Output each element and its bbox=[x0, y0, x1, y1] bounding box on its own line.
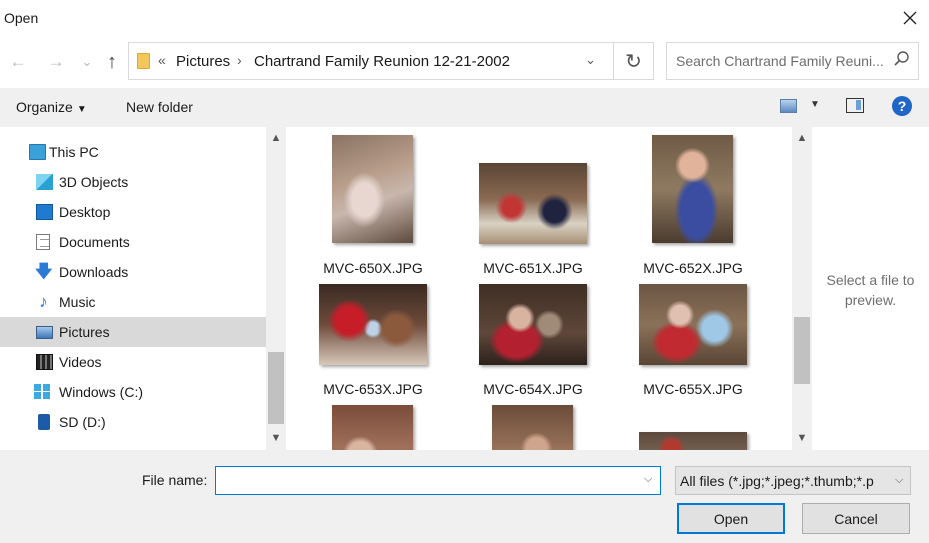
sd-card-icon bbox=[38, 414, 50, 430]
sidebar-item-music[interactable]: ♪ Music bbox=[0, 287, 266, 317]
organize-label: Organize bbox=[16, 99, 73, 115]
address-bar[interactable]: « Pictures › Chartrand Family Reunion 12… bbox=[128, 42, 654, 80]
window-title: Open bbox=[4, 10, 39, 26]
thumbnail-image bbox=[332, 405, 413, 450]
preview-pane: Select a file to preview. bbox=[812, 127, 929, 450]
sidebar-item-downloads[interactable]: 🡇 Downloads bbox=[0, 257, 266, 287]
file-name-combobox[interactable]: ⌵ bbox=[215, 466, 661, 495]
download-arrow-icon: 🡇 bbox=[35, 262, 53, 281]
refresh-icon: ↻ bbox=[625, 50, 642, 73]
back-arrow-icon: ← bbox=[9, 52, 27, 71]
scroll-down-icon[interactable]: ▼ bbox=[266, 430, 286, 446]
preview-pane-icon[interactable] bbox=[846, 98, 864, 113]
sidebar-item-label: 3D Objects bbox=[59, 174, 129, 190]
file-item[interactable] bbox=[613, 374, 773, 450]
music-note-icon: ♪ bbox=[39, 292, 48, 311]
windows-drive-icon bbox=[34, 384, 51, 400]
file-list-scrollbar[interactable]: ▲ ▼ bbox=[792, 127, 812, 450]
scroll-up-icon[interactable]: ▲ bbox=[266, 130, 286, 146]
close-icon bbox=[903, 11, 917, 25]
pictures-icon bbox=[36, 326, 53, 339]
chevron-down-icon[interactable]: ⌵ bbox=[644, 473, 652, 486]
sidebar-item-label: Documents bbox=[59, 234, 130, 250]
sidebar-item-documents[interactable]: Documents bbox=[0, 227, 266, 257]
organize-button[interactable]: Organize ▼ bbox=[16, 99, 87, 115]
caret-down-icon[interactable]: ▼ bbox=[810, 99, 820, 110]
caret-down-icon: ▼ bbox=[76, 104, 87, 115]
sidebar-item-sd-d[interactable]: SD (D:) bbox=[0, 407, 266, 437]
sidebar-item-this-pc[interactable]: This PC bbox=[0, 137, 266, 167]
chevron-down-icon: ⌄ bbox=[81, 54, 93, 69]
navigation-pane: This PC 3D Objects Desktop Documents 🡇 D… bbox=[0, 127, 266, 450]
thumbnail-image bbox=[319, 284, 427, 365]
scrollbar-thumb[interactable] bbox=[268, 352, 284, 424]
sidebar-item-label: Windows (C:) bbox=[59, 384, 144, 400]
sidebar-item-label: Pictures bbox=[59, 324, 110, 340]
sidebar-item-3d-objects[interactable]: 3D Objects bbox=[0, 167, 266, 197]
file-type-select[interactable]: All files (*.jpg;*.jpeg;*.thumb;*.p ⌵ bbox=[675, 466, 911, 495]
search-icon[interactable] bbox=[893, 50, 911, 68]
thumbnail-image bbox=[332, 135, 413, 243]
cancel-button[interactable]: Cancel bbox=[802, 503, 910, 534]
scrollbar-thumb[interactable] bbox=[794, 317, 810, 384]
sidebar-item-desktop[interactable]: Desktop bbox=[0, 197, 266, 227]
sidebar-item-label: Music bbox=[59, 294, 96, 310]
recent-locations-button[interactable]: ⌄ bbox=[74, 50, 100, 74]
back-button[interactable]: ← bbox=[5, 50, 31, 74]
folder-icon bbox=[137, 53, 150, 69]
dialog-footer: File name: ⌵ All files (*.jpg;*.jpeg;*.t… bbox=[0, 450, 929, 543]
sidebar-item-pictures[interactable]: Pictures bbox=[0, 317, 266, 347]
thumbnail-image bbox=[639, 432, 747, 450]
search-input[interactable] bbox=[668, 44, 888, 78]
sidebar-item-label: SD (D:) bbox=[59, 414, 106, 430]
chevron-down-icon: ⌵ bbox=[895, 474, 904, 486]
title-bar: Open bbox=[0, 0, 929, 36]
thumbnail-image bbox=[492, 405, 573, 450]
thumbnail-image bbox=[639, 284, 747, 365]
navigation-bar: ← → ⌄ ↑ « Pictures › Chartrand Family Re… bbox=[0, 36, 929, 88]
breadcrumb-current-folder[interactable]: Chartrand Family Reunion 12-21-2002 bbox=[254, 53, 510, 70]
desktop-icon bbox=[36, 204, 53, 220]
scroll-up-icon[interactable]: ▲ bbox=[792, 130, 812, 146]
help-icon[interactable]: ? bbox=[892, 96, 912, 116]
up-arrow-icon: ↑ bbox=[107, 50, 117, 73]
close-button[interactable] bbox=[893, 3, 927, 33]
film-icon bbox=[36, 354, 53, 370]
forward-button[interactable]: → bbox=[43, 50, 69, 74]
chevron-down-icon[interactable]: ⌄ bbox=[585, 52, 596, 68]
sidebar-item-label: Downloads bbox=[59, 264, 129, 280]
file-name-field[interactable] bbox=[216, 467, 636, 494]
file-name-label: File name: bbox=[142, 472, 208, 488]
up-button[interactable]: ↑ bbox=[99, 50, 125, 74]
sidebar-item-windows-c[interactable]: Windows (C:) bbox=[0, 377, 266, 407]
preview-message: Select a file to preview. bbox=[826, 272, 915, 308]
navigation-scrollbar[interactable]: ▲ ▼ bbox=[266, 127, 286, 450]
forward-arrow-icon: → bbox=[47, 52, 65, 71]
thumbnail-image bbox=[479, 284, 587, 365]
open-button[interactable]: Open bbox=[677, 503, 785, 534]
breadcrumb-pictures[interactable]: Pictures bbox=[176, 53, 230, 70]
command-bar: Organize ▼ New folder ▼ ? bbox=[0, 88, 929, 127]
file-type-value: All files (*.jpg;*.jpeg;*.thumb;*.p bbox=[680, 473, 874, 489]
thumbnail-image bbox=[479, 163, 587, 244]
thumbnail-image bbox=[652, 135, 733, 243]
file-list: MVC-650X.JPG MVC-651X.JPG MVC-652X.JPG M… bbox=[288, 127, 792, 450]
search-box[interactable] bbox=[666, 42, 919, 80]
new-folder-label: New folder bbox=[126, 99, 193, 115]
sidebar-item-label: Videos bbox=[59, 354, 102, 370]
cube-icon bbox=[36, 174, 53, 190]
pc-icon bbox=[29, 144, 46, 160]
sidebar-item-videos[interactable]: Videos bbox=[0, 347, 266, 377]
new-folder-button[interactable]: New folder bbox=[126, 99, 193, 115]
refresh-button[interactable]: ↻ bbox=[613, 43, 653, 79]
sidebar-item-label: Desktop bbox=[59, 204, 111, 220]
view-options-icon[interactable] bbox=[780, 99, 797, 113]
scroll-down-icon[interactable]: ▼ bbox=[792, 430, 812, 446]
breadcrumb-separator-icon[interactable]: › bbox=[237, 52, 242, 68]
file-item[interactable] bbox=[453, 374, 613, 450]
file-item[interactable] bbox=[293, 374, 453, 450]
document-icon bbox=[36, 234, 50, 250]
sidebar-item-label: This PC bbox=[49, 144, 99, 160]
overflow-icon[interactable]: « bbox=[158, 52, 166, 68]
